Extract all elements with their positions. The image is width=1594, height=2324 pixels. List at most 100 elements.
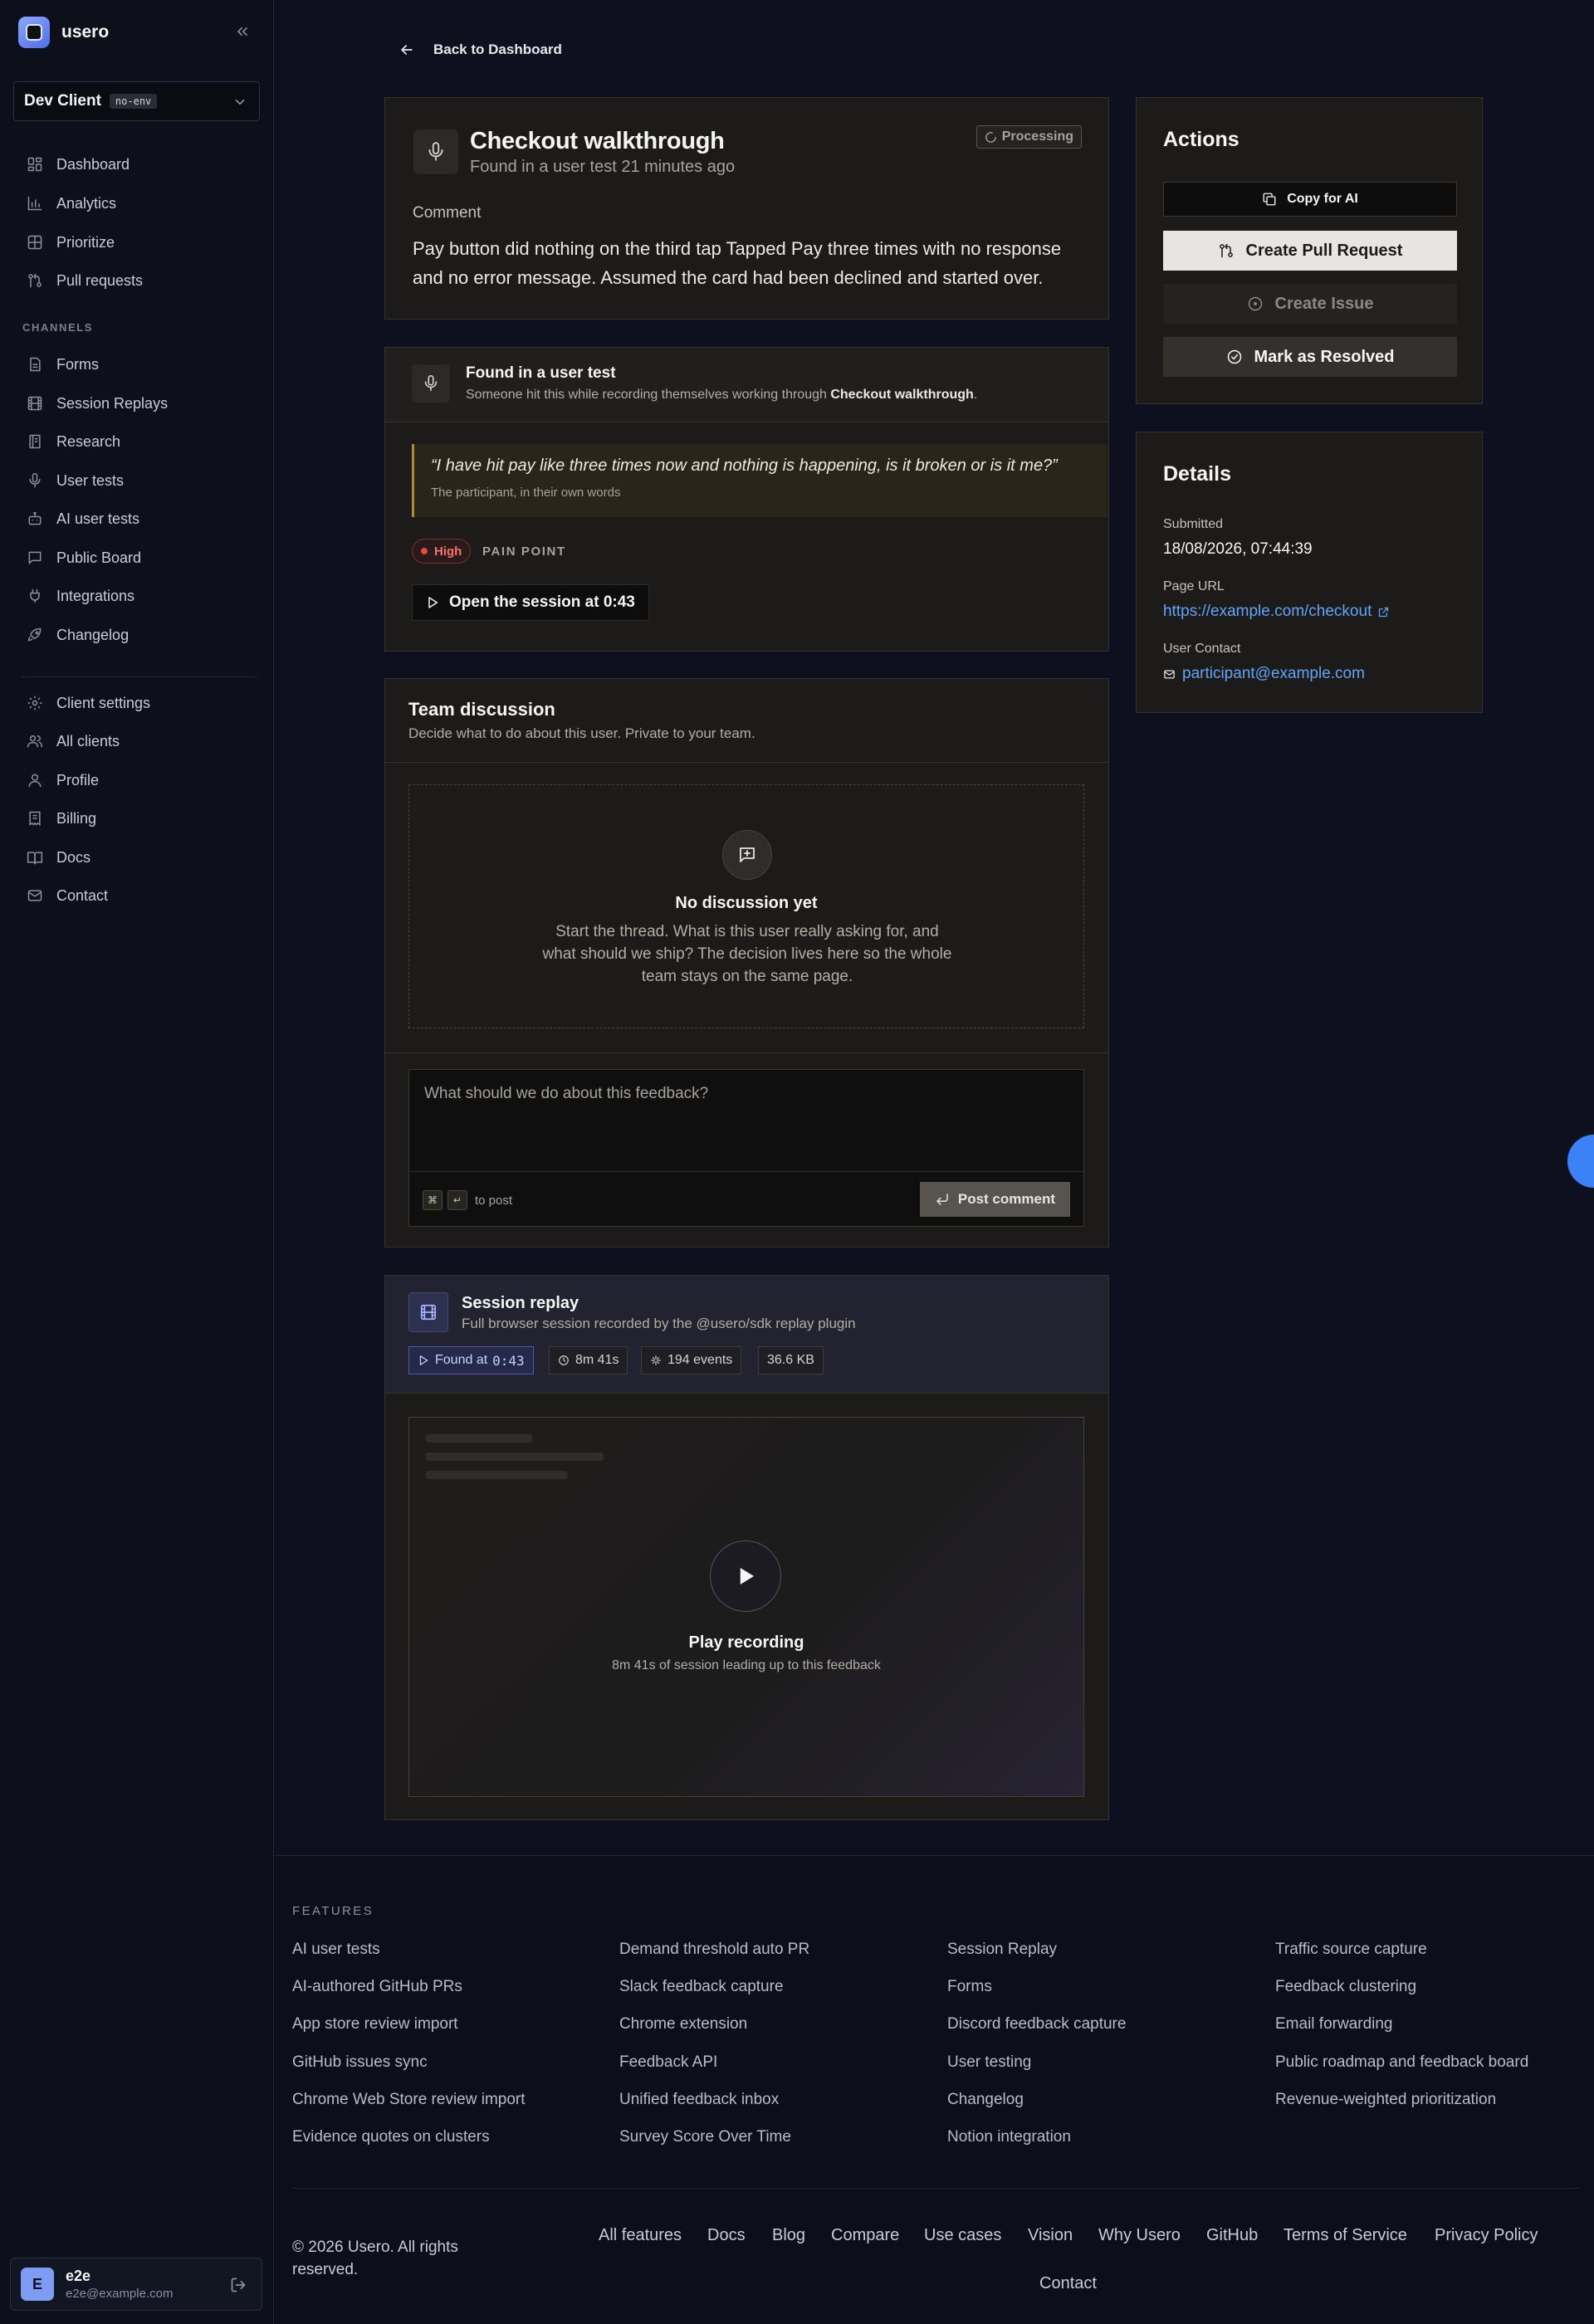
status-label: Processing	[1001, 129, 1073, 144]
footer-feature-link[interactable]: Survey Score Over Time	[619, 2128, 791, 2146]
replay-player[interactable]: Play recording 8m 41s of session leading…	[408, 1417, 1084, 1797]
footer-feature-link[interactable]: Notion integration	[947, 2128, 1071, 2146]
footer-link-contact[interactable]: Contact	[1039, 2274, 1097, 2293]
footer-feature-link[interactable]: AI-authored GitHub PRs	[292, 1978, 462, 1996]
brand[interactable]: usero	[18, 17, 109, 48]
footer-feature-link[interactable]: Discord feedback capture	[947, 2015, 1126, 2034]
sidebar: usero Dev Client no-env Dashboard Analyt…	[0, 0, 274, 2324]
footer-feature-link[interactable]: AI user tests	[292, 1941, 380, 1959]
footer-link-all-features[interactable]: All features	[599, 2226, 682, 2245]
sidebar-item-label: Changelog	[56, 626, 130, 643]
sidebar-item-integrations[interactable]: Integrations	[27, 583, 134, 608]
post-comment-button[interactable]: Post comment	[919, 1182, 1070, 1217]
sidebar-item-client-settings[interactable]: Client settings	[27, 691, 150, 715]
play-icon	[426, 596, 439, 609]
footer-feature-link[interactable]: Forms	[947, 1978, 992, 1996]
mark-as-resolved-button[interactable]: Mark as Resolved	[1163, 337, 1457, 377]
sidebar-item-session-replays[interactable]: Session Replays	[27, 391, 168, 416]
sidebar-item-prioritize[interactable]: Prioritize	[27, 230, 115, 255]
user-contact-link[interactable]: participant@example.com	[1163, 665, 1365, 683]
sidebar-item-billing[interactable]: Billing	[27, 806, 96, 831]
collapse-sidebar-icon[interactable]	[234, 23, 251, 40]
footer-feature-link[interactable]: Feedback clustering	[1275, 1978, 1416, 1996]
play-icon	[418, 1355, 429, 1366]
copy-icon	[1262, 192, 1277, 207]
footer-link-privacy[interactable]: Privacy Policy	[1435, 2226, 1538, 2245]
circle-dot-icon	[1247, 295, 1264, 312]
footer-feature-link[interactable]: Email forwarding	[1275, 2015, 1393, 2034]
footer-feature-link[interactable]: Session Replay	[947, 1941, 1057, 1959]
sidebar-item-label: Forms	[56, 355, 99, 373]
session-replay-card: Session replay Full browser session reco…	[384, 1275, 1109, 1820]
clock-icon	[558, 1355, 570, 1366]
sidebar-item-analytics[interactable]: Analytics	[27, 191, 116, 216]
footer-link-compare[interactable]: Compare	[831, 2226, 899, 2245]
sidebar-item-label: Billing	[56, 809, 97, 827]
footer-feature-link[interactable]: GitHub issues sync	[292, 2053, 428, 2072]
footer-feature-link[interactable]: Public roadmap and feedback board	[1275, 2053, 1528, 2072]
footer-link-terms[interactable]: Terms of Service	[1284, 2226, 1407, 2245]
sidebar-item-dashboard[interactable]: Dashboard	[27, 152, 130, 177]
footer-feature-link[interactable]: Feedback API	[619, 2053, 717, 2072]
logout-icon[interactable]	[230, 2277, 247, 2293]
user-account-card[interactable]: E e2e e2e@example.com	[10, 2258, 262, 2311]
copy-for-ai-button[interactable]: Copy for AI	[1163, 182, 1457, 217]
footer-feature-link[interactable]: Chrome extension	[619, 2015, 747, 2034]
sidebar-item-pull-requests[interactable]: Pull requests	[27, 268, 143, 293]
client-selector[interactable]: Dev Client no-env	[13, 81, 260, 121]
sidebar-item-user-tests[interactable]: User tests	[27, 468, 124, 493]
comment-input[interactable]	[409, 1070, 1083, 1171]
footer-link-use-cases[interactable]: Use cases	[924, 2226, 1001, 2245]
found-at-chip[interactable]: Found at 0:43	[408, 1346, 534, 1374]
sidebar-item-forms[interactable]: Forms	[27, 352, 99, 377]
play-recording-button[interactable]	[710, 1540, 781, 1612]
sidebar-item-all-clients[interactable]: All clients	[27, 729, 120, 754]
footer-link-docs[interactable]: Docs	[707, 2226, 746, 2245]
footer-link-vision[interactable]: Vision	[1028, 2226, 1073, 2245]
page-url-link[interactable]: https://example.com/checkout	[1163, 603, 1390, 621]
open-session-button[interactable]: Open the session at 0:43	[412, 584, 649, 621]
kbd-cmd: ⌘	[423, 1190, 443, 1210]
copy-for-ai-label: Copy for AI	[1287, 192, 1358, 206]
footer-link-blog[interactable]: Blog	[772, 2226, 805, 2245]
comment-composer: ⌘ ↵ to post Post comment	[408, 1069, 1084, 1227]
sidebar-item-public-board[interactable]: Public Board	[27, 545, 141, 570]
footer-link-github[interactable]: GitHub	[1206, 2226, 1258, 2245]
user-email: e2e@example.com	[66, 2287, 174, 2301]
sidebar-item-research[interactable]: Research	[27, 429, 120, 454]
client-name: Dev Client	[24, 92, 101, 110]
user-test-subtitle: Someone hit this while recording themsel…	[466, 388, 977, 403]
footer-feature-link[interactable]: Slack feedback capture	[619, 1978, 784, 1996]
footer-divider	[292, 2188, 1579, 2189]
footer-feature-link[interactable]: Unified feedback inbox	[619, 2091, 779, 2109]
category-label: PAIN POINT	[482, 544, 566, 559]
footer-feature-link[interactable]: Chrome Web Store review import	[292, 2091, 526, 2109]
page-url-label: Page URL	[1163, 579, 1225, 593]
sidebar-item-docs[interactable]: Docs	[27, 845, 90, 870]
status-badge: Processing	[975, 125, 1082, 149]
footer-feature-link[interactable]: Revenue-weighted prioritization	[1275, 2091, 1496, 2109]
footer-feature-link[interactable]: App store review import	[292, 2015, 458, 2034]
back-to-dashboard-link[interactable]: Back to Dashboard	[398, 42, 562, 58]
create-issue-label: Create Issue	[1274, 294, 1374, 313]
quote-text: “I have hit pay like three times now and…	[431, 456, 1058, 475]
sidebar-item-profile[interactable]: Profile	[27, 768, 99, 793]
footer-feature-link[interactable]: Traffic source capture	[1275, 1941, 1427, 1959]
create-issue-button[interactable]: Create Issue	[1163, 284, 1457, 324]
footer-feature-link[interactable]: Evidence quotes on clusters	[292, 2128, 490, 2146]
footer-feature-link[interactable]: User testing	[947, 2053, 1031, 2072]
microphone-icon	[413, 129, 458, 174]
channels-heading: CHANNELS	[22, 321, 94, 334]
post-comment-label: Post comment	[957, 1191, 1055, 1207]
external-link-icon	[1377, 606, 1390, 618]
sidebar-item-changelog[interactable]: Changelog	[27, 622, 129, 647]
sidebar-item-label: Prioritize	[56, 233, 115, 251]
severity-dot-icon	[421, 548, 428, 554]
create-pull-request-button[interactable]: Create Pull Request	[1163, 231, 1457, 271]
footer-feature-link[interactable]: Demand threshold auto PR	[619, 1941, 809, 1959]
sidebar-item-label: Session Replays	[56, 394, 169, 412]
sidebar-item-ai-user-tests[interactable]: AI user tests	[27, 506, 139, 531]
footer-feature-link[interactable]: Changelog	[947, 2091, 1024, 2109]
sidebar-item-contact[interactable]: Contact	[27, 883, 108, 908]
footer-link-why-usero[interactable]: Why Usero	[1098, 2226, 1181, 2245]
